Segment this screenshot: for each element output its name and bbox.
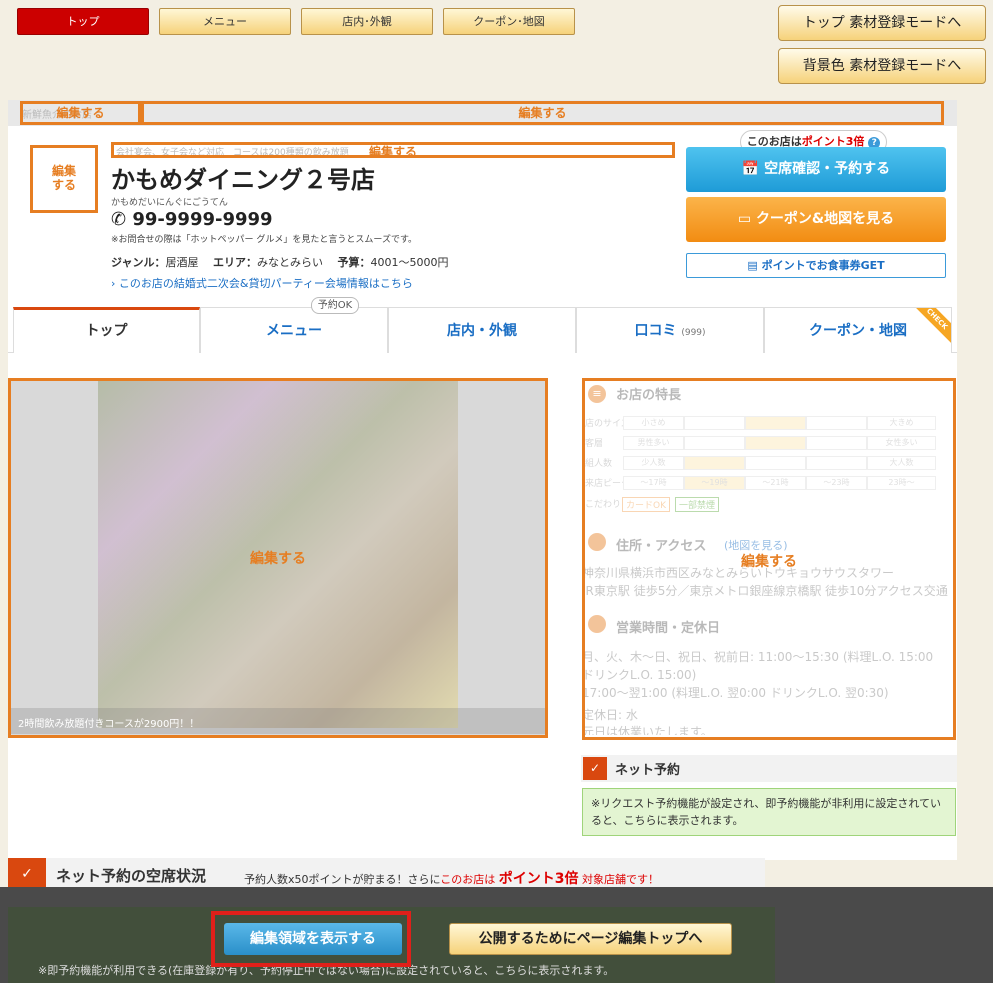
budget: 4001～5000円 bbox=[370, 256, 449, 269]
genre: 居酒屋 bbox=[165, 256, 199, 269]
banner-edit[interactable]: 編集する bbox=[141, 101, 944, 125]
net-reserve-header: ✓ ネット予約 bbox=[581, 755, 957, 782]
tab-reviews-count: (999) bbox=[681, 328, 706, 338]
material-mode-button[interactable]: トップ 素材登録モードへ bbox=[778, 5, 986, 41]
features-edit[interactable]: 編集する bbox=[582, 378, 956, 740]
availability-text-2: このお店は bbox=[440, 873, 496, 886]
tab-coupon-label: クーポン・地図 bbox=[809, 323, 907, 339]
edit-label: 編集する bbox=[518, 106, 567, 120]
tab-interior[interactable]: 店内・外観 bbox=[388, 307, 576, 353]
bgcolor-mode-button[interactable]: 背景色 素材登録モードへ bbox=[778, 48, 986, 84]
check-ribbon: CHECK bbox=[912, 308, 951, 344]
photo-edit[interactable]: 編集する bbox=[8, 378, 548, 738]
net-reserve-notice: ※リクエスト予約機能が設定され、即予約機能が非利用に設定されていると、こちらに表… bbox=[582, 788, 956, 836]
tab-menu[interactable]: メニュー bbox=[200, 307, 388, 353]
ticket-icon: ▤ bbox=[747, 259, 758, 272]
shop-info: ジャンル：居酒屋 エリア：みなとみらい 予算：4001～5000円 bbox=[111, 254, 448, 270]
phone-number: 99-9999-9999 bbox=[132, 209, 273, 230]
reserve-label: 空席確認・予約する bbox=[764, 161, 891, 177]
net-reserve-title: ネット予約 bbox=[615, 763, 681, 778]
coupon-label: クーポン&地図を見る bbox=[755, 211, 895, 227]
area: みなとみらい bbox=[256, 256, 323, 269]
edit-label: 編集する bbox=[51, 164, 76, 192]
availability-text: 予約人数x50ポイントが貯まる！さらにこのお店は ポイント3倍 対象店舗です！ bbox=[244, 868, 659, 888]
availability-text-1: 予約人数x50ポイントが貯まる！さらに bbox=[244, 873, 441, 886]
coupon-button[interactable]: ▭ クーポン&地図を見る bbox=[686, 197, 946, 242]
edit-label: 編集する bbox=[56, 106, 105, 120]
edit-label: 編集する bbox=[369, 145, 418, 158]
wedding-link-text: このお店の結婚式二次会&貸切パーティー会場情報はこちら bbox=[118, 277, 413, 290]
tab-reviews-label: 口コミ bbox=[634, 323, 677, 339]
availability-title: ネット予約の空席状況 bbox=[56, 867, 207, 885]
catch-edit[interactable]: 会社宴会、女子会など対応 コースは200種類の飲み放題 編集する bbox=[111, 142, 675, 158]
calendar-icon: 📅 bbox=[741, 161, 760, 177]
banner-left-edit[interactable]: 編集する bbox=[20, 101, 141, 125]
availability-header: ✓ ネット予約の空席状況 予約人数x50ポイントが貯まる！さらにこのお店は ポイ… bbox=[8, 858, 765, 890]
nav-coupon[interactable]: クーポン･地図 bbox=[443, 8, 575, 35]
catch-text: 会社宴会、女子会など対応 コースは200種類の飲み放題 bbox=[116, 148, 349, 158]
tab-top[interactable]: トップ bbox=[13, 307, 200, 353]
edit-label: 編集する bbox=[250, 551, 306, 567]
tab-reviews[interactable]: 口コミ (999) bbox=[576, 307, 764, 353]
availability-text-4: 対象店舗です！ bbox=[582, 873, 660, 886]
coupon-icon: ▭ bbox=[737, 211, 752, 227]
budget-label: 予算： bbox=[337, 256, 371, 269]
shop-kana: かもめだいにんぐにごうてん bbox=[111, 198, 228, 208]
nav-menu[interactable]: メニュー bbox=[159, 8, 291, 35]
phone-note: ※お問合せの際は「ホットペッパー グルメ」を見たと言うとスムーズです。 bbox=[111, 235, 418, 245]
reserve-ok-badge: 予約OK bbox=[311, 297, 359, 314]
phone: ✆ 99-9999-9999 bbox=[111, 209, 273, 230]
calendar-check-icon: ✓ bbox=[583, 757, 607, 780]
area-label: エリア： bbox=[212, 256, 257, 269]
tab-coupon[interactable]: クーポン・地図 CHECK bbox=[764, 307, 952, 353]
reserve-button[interactable]: 📅 空席確認・予約する bbox=[686, 147, 946, 192]
publish-button[interactable]: 公開するためにページ編集トップへ bbox=[449, 923, 732, 955]
nav-top[interactable]: トップ bbox=[17, 8, 149, 35]
shop-name: かもめダイニング２号店 bbox=[111, 166, 375, 194]
meal-ticket-button[interactable]: ▤ ポイントでお食事券GET bbox=[686, 253, 946, 278]
genre-label: ジャンル： bbox=[111, 256, 166, 269]
edit-label: 編集する bbox=[741, 554, 797, 570]
calendar-icon: ✓ bbox=[8, 858, 46, 890]
show-edit-area-button[interactable]: 編集領域を表示する bbox=[224, 923, 402, 955]
logo-edit[interactable]: 編集する bbox=[30, 145, 98, 213]
wedding-link[interactable]: › このお店の結婚式二次会&貸切パーティー会場情報はこちら bbox=[111, 275, 413, 291]
nav-interior[interactable]: 店内･外観 bbox=[301, 8, 433, 35]
availability-points: ポイント3倍 bbox=[498, 871, 579, 887]
meal-ticket-label: ポイントでお食事券GET bbox=[761, 259, 885, 272]
phone-icon: ✆ bbox=[111, 209, 127, 230]
